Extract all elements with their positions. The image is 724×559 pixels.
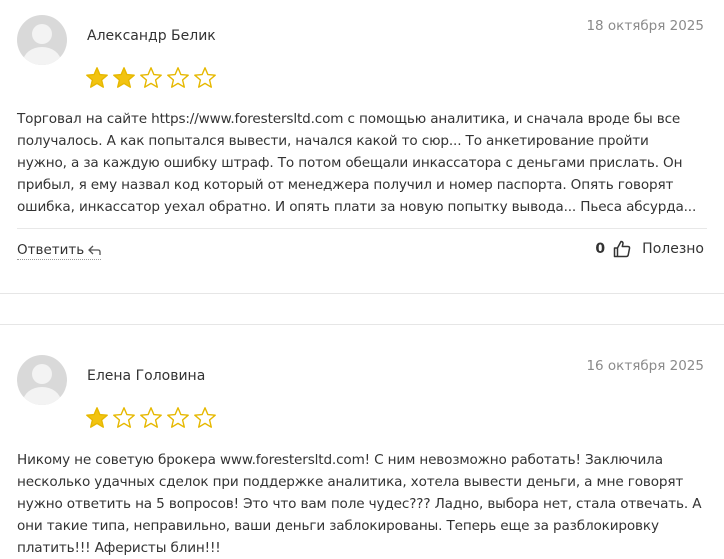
rating-stars <box>85 406 217 430</box>
review-text-line: несколько удачных сделок при поддержке а… <box>17 474 684 490</box>
reply-button[interactable]: Ответить <box>17 242 102 260</box>
star-icon <box>86 67 108 88</box>
review-text-line: нужно ответить на 5 вопросов! Это что ва… <box>17 496 702 512</box>
like-count: 0 <box>595 241 606 257</box>
review-text: Никому не советую брокера www.forestersl… <box>17 449 707 559</box>
review-author: Александр Белик <box>87 28 216 44</box>
review-text: Торговал на сайте https://www.forestersl… <box>17 108 707 218</box>
star-icon <box>86 407 108 428</box>
review-text-line: они такие типа, неправильно, ваши деньги… <box>17 518 659 534</box>
thumbs-up-icon[interactable] <box>613 240 631 258</box>
review-text-line: получалось. А как попытался вывести, нач… <box>17 133 649 149</box>
review-date: 16 октября 2025 <box>586 358 704 374</box>
divider <box>17 228 707 229</box>
section-divider <box>0 293 724 294</box>
star-icon <box>167 67 189 88</box>
review-text-line: нужно, а за каждую ошибку штраф. То пото… <box>17 155 683 171</box>
star-icon <box>140 67 162 88</box>
review-text-line: Торговал на сайте https://www.forestersl… <box>17 111 681 127</box>
review-date: 18 октября 2025 <box>586 18 704 34</box>
review-text-line: Никому не советую брокера www.forestersl… <box>17 452 663 468</box>
review-text-line: прибыл, я ему назвал код который от мене… <box>17 177 674 193</box>
review-author: Елена Головина <box>87 368 206 384</box>
reply-label: Ответить <box>17 242 85 258</box>
avatar <box>17 355 67 405</box>
review-text-line: платить!!! Аферисты блин!!! <box>17 540 221 556</box>
avatar <box>17 15 67 65</box>
rating-stars <box>85 66 217 90</box>
star-icon <box>113 67 135 88</box>
star-icon <box>194 67 216 88</box>
star-icon <box>194 407 216 428</box>
reply-arrow-icon <box>88 245 101 255</box>
section-divider <box>0 324 724 325</box>
likes-block: 0 Полезно <box>595 240 704 258</box>
star-icon <box>140 407 162 428</box>
useful-button[interactable]: Полезно <box>642 241 704 257</box>
star-icon <box>113 407 135 428</box>
star-icon <box>167 407 189 428</box>
review-text-line: ошибка, инкассатор уехал обратно. И опят… <box>17 199 697 215</box>
